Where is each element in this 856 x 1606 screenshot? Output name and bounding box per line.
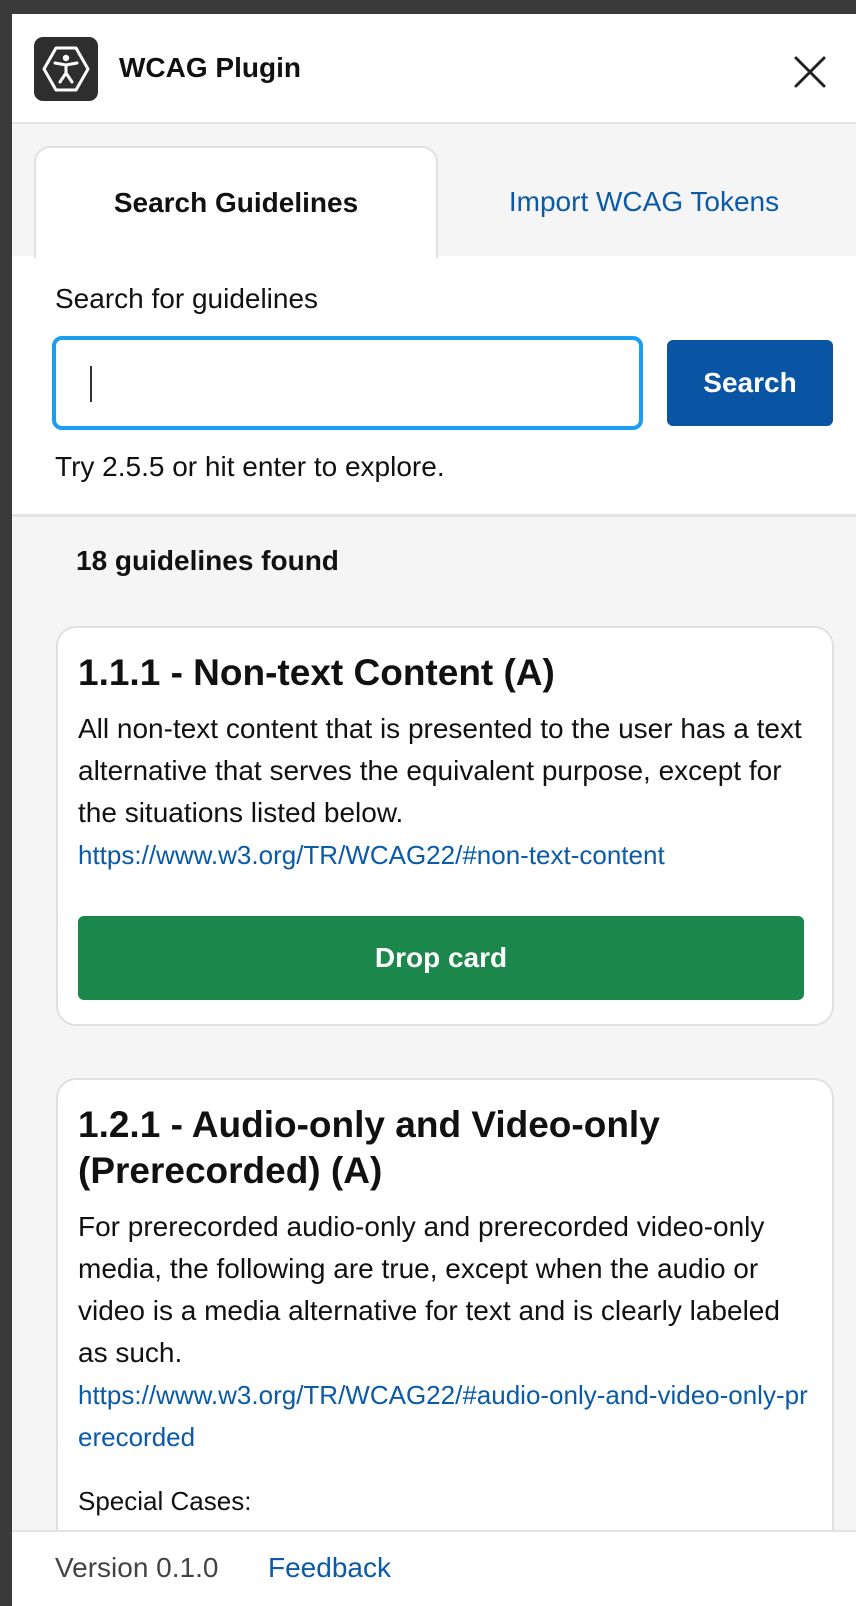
guideline-description: All non-text content that is presented t… — [78, 713, 802, 828]
search-hint: Try 2.5.5 or hit enter to explore. — [55, 451, 445, 482]
footer: Version 0.1.0 Feedback — [12, 1530, 856, 1606]
guideline-title: 1.2.1 - Audio-only and Video-only (Prere… — [78, 1104, 660, 1191]
special-cases-label: Special Cases: — [78, 1486, 252, 1516]
tab-search-guidelines[interactable]: Search Guidelines — [34, 146, 438, 258]
text-caret — [90, 366, 92, 402]
tab-import-wcag-tokens[interactable]: Import WCAG Tokens — [442, 146, 846, 258]
guideline-link[interactable]: https://www.w3.org/TR/WCAG22/#audio-only… — [78, 1374, 812, 1458]
guideline-card: 1.2.1 - Audio-only and Video-only (Prere… — [56, 1078, 834, 1606]
version-label: Version 0.1.0 — [55, 1552, 219, 1583]
feedback-link[interactable]: Feedback — [268, 1552, 391, 1584]
guideline-description: For prerecorded audio-only and prerecord… — [78, 1211, 780, 1368]
close-icon — [794, 56, 826, 88]
plugin-panel: WCAG Plugin Search Guidelines Import WCA… — [12, 14, 856, 1606]
drop-card-button[interactable]: Drop card — [78, 916, 804, 1000]
close-button[interactable] — [792, 54, 828, 90]
header: WCAG Plugin — [12, 14, 856, 124]
accessibility-icon — [34, 37, 98, 101]
search-button[interactable]: Search — [667, 340, 833, 426]
guideline-card: 1.1.1 - Non-text Content (A) All non-tex… — [56, 626, 834, 1026]
search-section: Search for guidelines Search Try 2.5.5 o… — [12, 256, 856, 517]
app-title: WCAG Plugin — [119, 52, 301, 83]
tab-bar: Search Guidelines Import WCAG Tokens — [12, 124, 856, 258]
guideline-title: 1.1.1 - Non-text Content (A) — [78, 652, 555, 693]
search-input[interactable] — [52, 336, 643, 430]
search-label: Search for guidelines — [55, 283, 319, 314]
results-count: 18 guidelines found — [76, 545, 339, 576]
guideline-link[interactable]: https://www.w3.org/TR/WCAG22/#non-text-c… — [78, 834, 812, 876]
